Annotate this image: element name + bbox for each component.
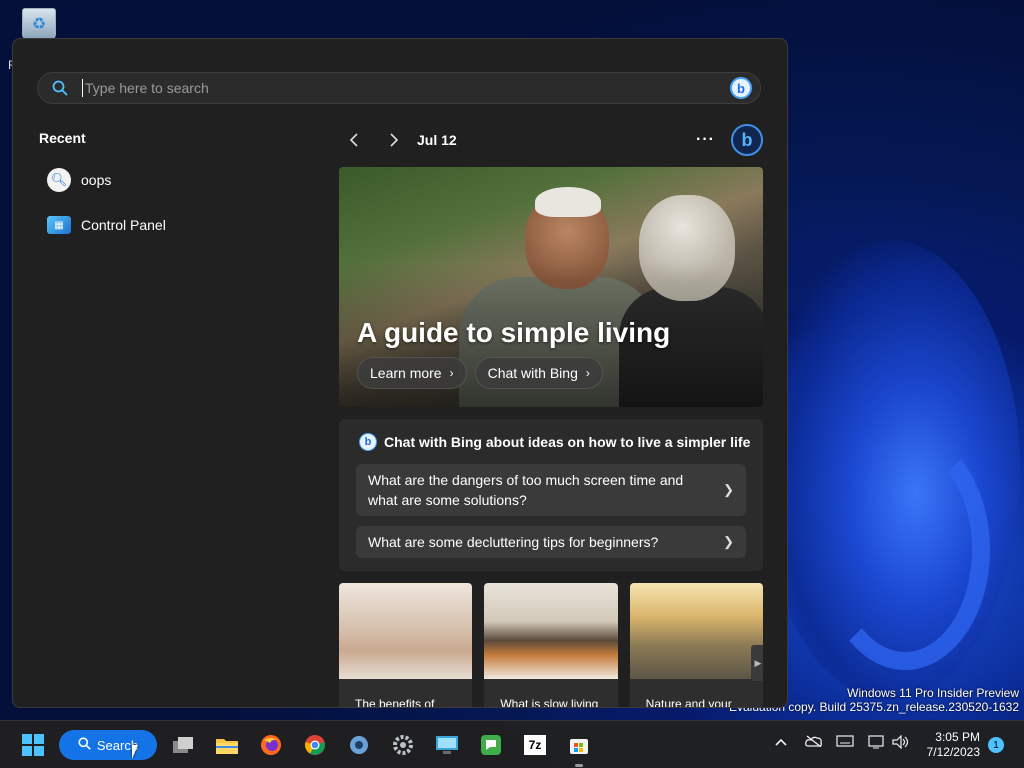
task-view-icon[interactable] — [170, 733, 196, 757]
hero-actions: Learn more › Chat with Bing › — [357, 357, 603, 389]
article-tiles: The benefits of What is slow living Natu… — [339, 583, 763, 708]
firefox-icon[interactable] — [258, 733, 284, 757]
chat-app-icon[interactable] — [478, 733, 504, 757]
system-clock[interactable]: 3:05 PM 7/12/2023 — [927, 730, 980, 760]
start-button[interactable] — [20, 733, 46, 757]
recent-item-label: Control Panel — [81, 217, 166, 233]
chat-question-1[interactable]: What are the dangers of too much screen … — [356, 464, 746, 516]
bing-chat-card: b Chat with Bing about ideas on how to l… — [339, 419, 763, 571]
search-icon — [38, 80, 82, 96]
chat-with-bing-button[interactable]: Chat with Bing › — [474, 357, 603, 389]
windows-logo-icon — [22, 734, 44, 756]
article-caption: Nature and your — [645, 697, 732, 708]
search-icon — [78, 737, 91, 753]
previous-day-button[interactable] — [339, 125, 369, 155]
taskbar: Search 7z 3:05 PM 7/12/2023 1 — [0, 720, 1024, 768]
chat-with-bing-label: Chat with Bing — [487, 365, 578, 381]
chat-question-text: What are some decluttering tips for begi… — [368, 534, 659, 550]
article-image — [484, 583, 618, 679]
recent-item-label: oops — [81, 172, 112, 188]
network-icon[interactable] — [868, 735, 886, 752]
chat-card-title: Chat with Bing about ideas on how to liv… — [384, 434, 751, 450]
search-icon: 🔍︎ — [47, 168, 71, 192]
active-app-indicator — [575, 764, 583, 767]
microsoft-store-icon[interactable] — [566, 733, 592, 757]
article-tile-1[interactable]: The benefits of — [339, 583, 473, 708]
article-tile-2[interactable]: What is slow living — [484, 583, 618, 708]
more-options-button[interactable]: ··· — [696, 131, 715, 149]
gear-app-icon[interactable] — [346, 733, 372, 757]
next-day-button[interactable] — [379, 125, 409, 155]
hero-title: A guide to simple living — [357, 317, 671, 348]
recent-item-oops[interactable]: 🔍︎ oops — [47, 165, 111, 195]
keyboard-icon[interactable] — [836, 735, 854, 750]
settings-icon[interactable] — [390, 733, 416, 757]
7zip-icon[interactable]: 7z — [522, 733, 548, 757]
chevron-right-icon: ❯ — [723, 482, 734, 497]
search-panel: b Recent 🔍︎ oops ▦ Control Panel Jul 12 … — [12, 38, 788, 708]
chevron-right-icon: › — [449, 366, 454, 380]
chevron-up-icon[interactable] — [775, 735, 787, 750]
article-caption: The benefits of — [355, 697, 435, 708]
chat-card-header: b Chat with Bing about ideas on how to l… — [359, 433, 750, 451]
chat-question-text: What are the dangers of too much screen … — [368, 472, 684, 508]
file-explorer-icon[interactable] — [214, 733, 240, 757]
article-caption: What is slow living — [500, 697, 599, 708]
mouse-cursor-icon — [132, 745, 138, 759]
control-panel-icon: ▦ — [47, 216, 71, 234]
wallpaper-swirl — [820, 430, 990, 670]
hero-card[interactable]: A guide to simple living Learn more › Ch… — [339, 167, 763, 407]
scroll-right-icon[interactable]: ▶ — [750, 645, 763, 681]
chevron-right-icon: › — [585, 366, 590, 380]
recent-heading: Recent — [39, 130, 86, 146]
notification-badge[interactable]: 1 — [988, 737, 1004, 753]
remote-desktop-icon[interactable] — [434, 733, 460, 757]
search-box[interactable]: b — [37, 72, 761, 104]
bing-chat-icon[interactable]: b — [730, 77, 752, 99]
highlights-date: Jul 12 — [417, 132, 457, 148]
clock-date: 7/12/2023 — [926, 745, 980, 759]
taskbar-search-button[interactable]: Search — [59, 730, 157, 760]
volume-icon[interactable] — [892, 734, 910, 752]
article-image — [629, 583, 763, 679]
article-image — [339, 583, 473, 679]
chat-question-2[interactable]: What are some decluttering tips for begi… — [356, 526, 746, 558]
7zip-label: 7z — [524, 735, 546, 755]
chrome-icon[interactable] — [302, 733, 328, 757]
bing-logo-icon[interactable]: b — [731, 124, 763, 156]
learn-more-label: Learn more — [370, 365, 442, 381]
highlights-nav: Jul 12 ··· b — [339, 124, 763, 156]
article-tile-3[interactable]: Nature and your ▶ — [629, 583, 763, 708]
recent-item-control-panel[interactable]: ▦ Control Panel — [47, 210, 166, 240]
chevron-right-icon: ❯ — [723, 534, 734, 549]
clock-time: 3:05 PM — [935, 730, 980, 744]
text-caret — [82, 79, 83, 97]
onedrive-offline-icon[interactable] — [805, 735, 823, 750]
bing-icon: b — [359, 433, 377, 451]
search-input[interactable] — [85, 80, 730, 96]
learn-more-button[interactable]: Learn more › — [357, 357, 467, 389]
